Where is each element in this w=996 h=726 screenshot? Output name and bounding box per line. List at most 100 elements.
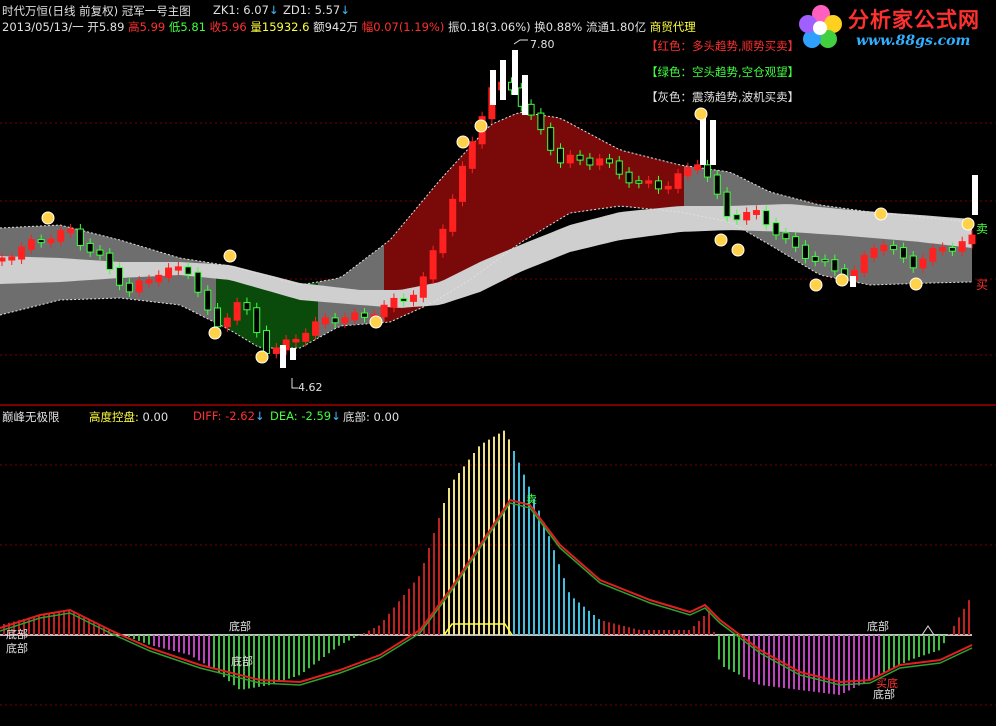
open-value: 5.89 bbox=[98, 20, 125, 34]
smiley-signal-icon bbox=[255, 350, 269, 364]
float-label: 流通 bbox=[585, 20, 609, 34]
candlestick bbox=[762, 210, 770, 226]
open-label: 开 bbox=[87, 20, 99, 34]
candlestick bbox=[361, 312, 369, 318]
candlestick bbox=[811, 255, 819, 262]
smiley-signal-icon bbox=[474, 119, 488, 133]
smiley-signal-icon bbox=[909, 277, 923, 291]
site-logo[interactable]: 分析家公式网 www.88gs.com bbox=[796, 2, 992, 54]
candlestick bbox=[135, 280, 143, 293]
candlestick bbox=[556, 147, 564, 164]
candlestick bbox=[280, 345, 286, 368]
candlestick bbox=[96, 249, 104, 256]
candlestick bbox=[792, 236, 800, 248]
smiley-signal-icon bbox=[208, 326, 222, 340]
bottom-annotation: 底部 bbox=[867, 620, 889, 633]
candlestick bbox=[290, 348, 296, 360]
candlestick bbox=[184, 266, 192, 275]
candlestick bbox=[204, 289, 212, 311]
candlestick bbox=[723, 191, 731, 218]
candlestick bbox=[958, 241, 966, 252]
smiley-signal-icon bbox=[456, 135, 470, 149]
candlestick bbox=[537, 112, 545, 131]
bottom-annotation: 底部 bbox=[231, 655, 253, 668]
buy-signal-label: 买 bbox=[976, 278, 989, 292]
candlestick bbox=[899, 247, 907, 259]
low-label: 低 bbox=[168, 20, 181, 34]
candlestick bbox=[145, 279, 153, 284]
peak-marker bbox=[921, 625, 935, 636]
candlestick bbox=[490, 70, 496, 105]
candlestick bbox=[400, 297, 408, 302]
zd1-value: 5.57 bbox=[314, 3, 341, 17]
amount-label: 额 bbox=[313, 20, 325, 34]
candlestick bbox=[890, 244, 898, 251]
smiley-signal-icon bbox=[809, 278, 823, 292]
candlestick bbox=[703, 164, 711, 178]
candlestick bbox=[654, 180, 662, 190]
candlestick bbox=[223, 317, 231, 328]
quote-date: 2013/05/13/一 bbox=[2, 20, 84, 34]
candlestick bbox=[292, 338, 300, 343]
smiley-signal-icon bbox=[961, 217, 975, 231]
legend-gray: 【灰色：震荡趋势,波机买卖】 bbox=[646, 90, 800, 104]
zk1-label: ZK1: bbox=[213, 3, 240, 17]
flower-logo-icon bbox=[799, 5, 842, 48]
candlestick bbox=[625, 171, 633, 184]
candlestick bbox=[165, 267, 173, 278]
high-price-mark: 7.80 bbox=[530, 38, 555, 51]
candlestick bbox=[694, 164, 702, 171]
amplitude-label: 振 bbox=[448, 20, 460, 34]
diff-line bbox=[0, 498, 973, 684]
smiley-signal-icon bbox=[223, 249, 237, 263]
candlestick bbox=[380, 304, 388, 318]
candlestick bbox=[968, 234, 976, 245]
candlestick bbox=[635, 180, 643, 184]
control-readout: 高度控盘: 0.00 bbox=[89, 409, 168, 425]
zk1-readout: ZK1: 6.07↓ bbox=[213, 3, 279, 17]
low-price-mark: 4.62 bbox=[298, 381, 323, 394]
candlestick bbox=[782, 232, 790, 240]
smiley-signal-icon bbox=[41, 211, 55, 225]
candlestick bbox=[752, 210, 760, 215]
candlestick bbox=[586, 157, 594, 166]
sell-signal-label: 卖 bbox=[976, 222, 989, 236]
candlestick bbox=[116, 266, 124, 286]
low-value: 5.81 bbox=[180, 20, 206, 34]
candlestick bbox=[733, 214, 741, 221]
change-label: 幅 bbox=[361, 20, 374, 34]
candlestick bbox=[272, 347, 280, 354]
candlestick bbox=[76, 228, 84, 246]
candlestick bbox=[47, 238, 55, 244]
zd1-label: ZD1: bbox=[283, 3, 311, 17]
candlestick bbox=[312, 321, 320, 336]
candlestick bbox=[870, 248, 878, 258]
bottom-annotation: 底部 bbox=[229, 620, 251, 633]
candlestick bbox=[831, 259, 839, 272]
candlestick bbox=[860, 254, 868, 273]
candlestick bbox=[710, 120, 716, 165]
candlestick bbox=[125, 282, 133, 293]
sell-annotation: 卖 bbox=[526, 493, 537, 506]
zd1-readout: ZD1: 5.57↓ bbox=[283, 3, 350, 17]
candlestick bbox=[821, 258, 829, 263]
chart-canvas[interactable] bbox=[0, 0, 996, 726]
turnover-label: 换 bbox=[534, 20, 546, 34]
close-label: 收 bbox=[209, 20, 222, 34]
candlestick bbox=[674, 173, 682, 189]
diff-readout: DIFF: -2.62↓ bbox=[193, 409, 265, 423]
candlestick bbox=[972, 175, 978, 215]
candlestick bbox=[772, 222, 780, 236]
candlestick bbox=[57, 230, 65, 242]
dea-label: DEA: bbox=[270, 409, 298, 423]
sector-name: 商贸代理 bbox=[649, 20, 696, 34]
arrow-down-icon: ↓ bbox=[254, 409, 265, 423]
arrow-down-icon: ↓ bbox=[268, 3, 279, 17]
candlestick bbox=[645, 180, 653, 184]
candlestick bbox=[429, 250, 437, 280]
diff-label: DIFF: bbox=[193, 409, 222, 423]
candlestick bbox=[743, 211, 751, 221]
candlestick bbox=[664, 185, 672, 190]
candlestick bbox=[596, 158, 604, 166]
candlestick bbox=[615, 160, 623, 175]
